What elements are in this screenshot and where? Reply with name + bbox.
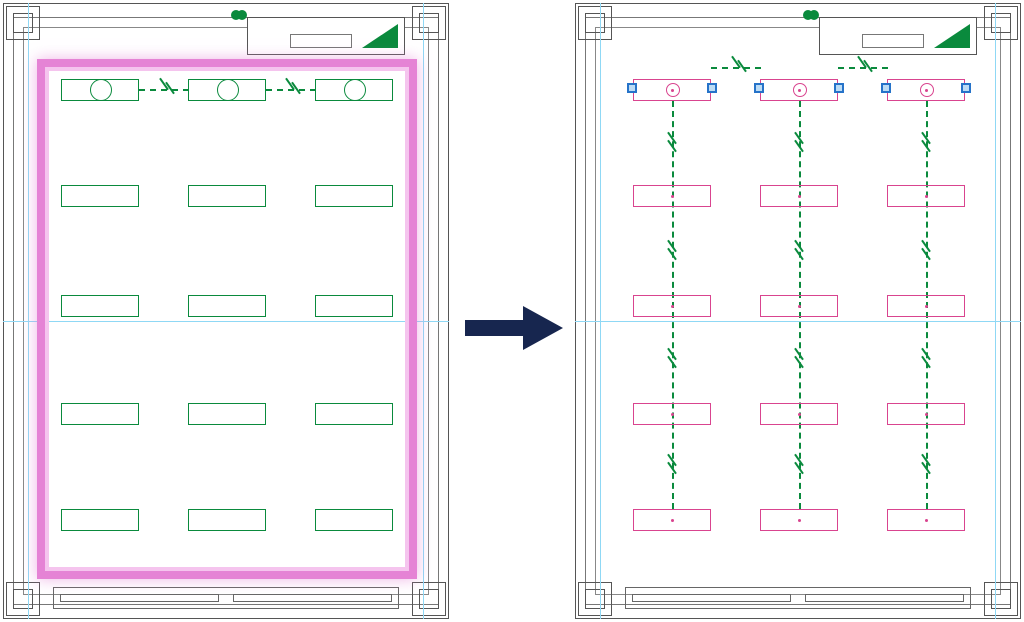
luminaire-row xyxy=(633,295,965,321)
luminaire-circle-icon xyxy=(920,83,934,97)
door-threshold xyxy=(290,34,352,48)
door-hinge-dot xyxy=(237,10,247,20)
luminaire-row xyxy=(61,403,393,429)
swing-door-frame xyxy=(819,17,977,55)
luminaire xyxy=(61,185,139,207)
luminaire-row xyxy=(61,79,393,105)
luminaire xyxy=(633,403,711,425)
luminaire-grid xyxy=(633,79,965,549)
construction-line-v xyxy=(995,3,996,619)
junction-box-icon xyxy=(707,83,717,93)
luminaire xyxy=(188,403,266,425)
luminaire xyxy=(760,295,838,317)
swing-door-frame xyxy=(247,17,405,55)
corner-pier xyxy=(6,6,40,40)
luminaire-row xyxy=(633,185,965,211)
luminaire xyxy=(633,295,711,317)
corner-pier xyxy=(578,582,612,616)
luminaire xyxy=(760,185,838,207)
luminaire xyxy=(760,403,838,425)
luminaire-row xyxy=(633,403,965,429)
junction-box-icon xyxy=(754,83,764,93)
door-hinge-dot xyxy=(809,10,819,20)
luminaire xyxy=(887,295,965,317)
arrow-right-icon xyxy=(465,306,563,350)
junction-box-icon xyxy=(834,83,844,93)
luminaire xyxy=(188,185,266,207)
comparison-figure xyxy=(0,0,1024,622)
corner-pier xyxy=(412,582,446,616)
luminaire xyxy=(887,185,965,207)
luminaire xyxy=(887,403,965,425)
junction-box-icon xyxy=(881,83,891,93)
luminaire xyxy=(315,509,393,531)
luminaire-circle-icon xyxy=(217,79,239,101)
junction-box-icon xyxy=(961,83,971,93)
sliding-door xyxy=(53,587,399,609)
luminaire-row xyxy=(61,185,393,211)
luminaire xyxy=(887,509,965,531)
construction-line-v xyxy=(28,3,29,619)
luminaire xyxy=(633,185,711,207)
plan-after xyxy=(575,3,1021,619)
luminaire-grid xyxy=(61,79,393,549)
luminaire xyxy=(315,403,393,425)
luminaire xyxy=(61,509,139,531)
luminaire-circle-icon xyxy=(90,79,112,101)
luminaire xyxy=(315,295,393,317)
luminaire-row xyxy=(61,295,393,321)
door-leaf-icon xyxy=(362,24,398,48)
luminaire-circle-icon xyxy=(793,83,807,97)
luminaire xyxy=(760,509,838,531)
luminaire xyxy=(61,295,139,317)
junction-box-icon xyxy=(627,83,637,93)
luminaire-row xyxy=(633,509,965,535)
luminaire-row xyxy=(61,509,393,535)
corner-pier xyxy=(578,6,612,40)
luminaire-row xyxy=(633,79,965,105)
door-threshold xyxy=(862,34,924,48)
luminaire xyxy=(633,509,711,531)
luminaire xyxy=(315,185,393,207)
luminaire xyxy=(61,403,139,425)
corner-pier xyxy=(984,582,1018,616)
luminaire xyxy=(188,509,266,531)
wiring-chain xyxy=(711,67,761,69)
luminaire-circle-icon xyxy=(666,83,680,97)
plan-before xyxy=(3,3,449,619)
corner-pier xyxy=(984,6,1018,40)
door-leaf-icon xyxy=(934,24,970,48)
wiring-chain xyxy=(838,67,888,69)
arrow-shape xyxy=(465,306,563,350)
luminaire-circle-icon xyxy=(344,79,366,101)
corner-pier xyxy=(412,6,446,40)
luminaire xyxy=(188,295,266,317)
sliding-door xyxy=(625,587,971,609)
construction-line-v xyxy=(600,3,601,619)
corner-pier xyxy=(6,582,40,616)
construction-line-v xyxy=(423,3,424,619)
